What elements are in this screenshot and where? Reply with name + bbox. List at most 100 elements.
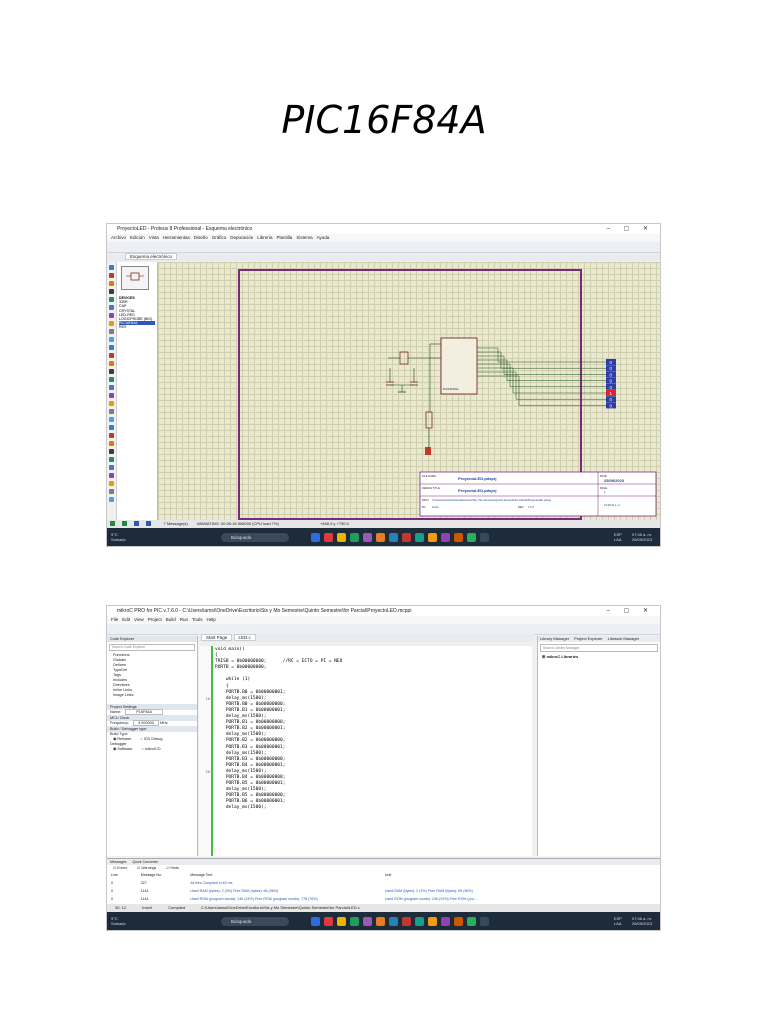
tool-icon[interactable] — [109, 297, 114, 302]
taskbar-search[interactable]: Búsqueda — [221, 532, 289, 542]
code-explorer-search[interactable]: Search Code Explorer — [109, 644, 195, 651]
library-root[interactable]: ⊞ mikroC Libraries — [538, 654, 660, 660]
tool-icon[interactable] — [109, 369, 114, 374]
menu-item[interactable]: View — [134, 617, 144, 622]
tab-schematic[interactable]: Esquema electrónico — [125, 253, 178, 260]
taskbar-app-icon[interactable] — [389, 916, 398, 926]
menu-item[interactable]: Tools — [192, 617, 203, 622]
taskbar-app-icon[interactable] — [467, 916, 476, 926]
menu-item[interactable]: Build — [166, 617, 176, 622]
code-explorer-header[interactable]: Code Explorer — [107, 636, 197, 642]
tool-icon[interactable] — [109, 281, 114, 286]
taskbar-app-icon[interactable] — [467, 532, 476, 542]
play-icon[interactable] — [110, 521, 115, 527]
pause-icon[interactable] — [134, 521, 140, 527]
table-row[interactable]: 0 1144 Used ROM (program words): 246 (24%)… — [110, 895, 530, 903]
tool-icon[interactable] — [109, 345, 114, 350]
taskbar-app-icon[interactable] — [441, 916, 450, 926]
taskbar-app-icon[interactable] — [480, 532, 489, 542]
window-controls[interactable]: – ▢ ✕ — [607, 606, 654, 616]
tab-start-page[interactable]: Start Page — [201, 634, 233, 641]
message-filter-checkbox[interactable]: ☑ Warnings — [137, 866, 156, 870]
tool-icon[interactable] — [109, 433, 114, 438]
taskbar-app-icon[interactable] — [350, 532, 359, 542]
tool-icon[interactable] — [109, 425, 114, 430]
table-row[interactable]: 0 327 All files Compiled in 63 ms — [110, 879, 530, 887]
menu-item[interactable]: Diseño — [194, 235, 208, 240]
taskbar-app-icon[interactable] — [454, 916, 463, 926]
taskbar-app-icon[interactable] — [402, 916, 411, 926]
taskbar-app-icon[interactable] — [311, 916, 320, 926]
taskbar-app-icon[interactable] — [324, 916, 333, 926]
stop-icon[interactable] — [146, 521, 152, 527]
menu-item[interactable]: File — [111, 617, 118, 622]
taskbar-app-icon[interactable] — [363, 916, 372, 926]
message-filter-checkbox[interactable]: ☑ Hints — [166, 866, 178, 870]
message-filter-checkbox[interactable]: ☑ Errors — [113, 866, 127, 870]
tool-icon[interactable] — [109, 289, 114, 294]
taskbar-app-icon[interactable] — [324, 532, 333, 542]
software-radio[interactable]: ◉ Software — [113, 747, 132, 751]
code-editor[interactable]: 10 20 void main(){TRISB = 0b00000000; //R… — [199, 646, 532, 856]
tool-icon[interactable] — [109, 393, 114, 398]
taskbar-app-icon[interactable] — [376, 532, 385, 542]
table-row[interactable]: 0 1144 Used RAM (bytes): 2 (3%) Free RAM (… — [110, 887, 530, 895]
status-messages[interactable]: 7 Message(s) — [164, 521, 188, 526]
tool-icon[interactable] — [109, 401, 114, 406]
tool-icon[interactable] — [109, 497, 114, 502]
taskbar-app-icon[interactable] — [428, 532, 437, 542]
tab-led-c[interactable]: LED.c — [233, 634, 256, 641]
tool-icon[interactable] — [109, 313, 114, 318]
tool-icon[interactable] — [109, 377, 114, 382]
taskbar-app-icon[interactable] — [363, 532, 372, 542]
library-search[interactable]: Search Library Manager — [540, 644, 658, 652]
weather-widget[interactable]: 9°C Soleado — [107, 916, 161, 926]
tool-icon[interactable] — [109, 385, 114, 390]
menu-item[interactable]: Vista — [149, 235, 159, 240]
tool-icon[interactable] — [109, 489, 114, 494]
tool-icon[interactable] — [109, 353, 114, 358]
menu-item[interactable]: Gráfico — [212, 235, 227, 240]
tool-icon[interactable] — [109, 329, 114, 334]
tool-icon[interactable] — [109, 273, 114, 278]
menu-item[interactable]: Edit — [122, 617, 130, 622]
tool-icon[interactable] — [109, 417, 114, 422]
tool-icon[interactable] — [109, 361, 114, 366]
taskbar-app-icon[interactable] — [415, 532, 424, 542]
messages-tab[interactable]: Quick Converter — [132, 860, 158, 864]
tool-icon[interactable] — [109, 441, 114, 446]
menu-item[interactable]: Sistema — [296, 235, 312, 240]
icd-debug-radio[interactable]: ○ ICD Debug — [140, 737, 162, 741]
tool-icon[interactable] — [109, 481, 114, 486]
menu-item[interactable]: Edición — [130, 235, 145, 240]
taskbar-app-icon[interactable] — [311, 532, 320, 542]
taskbar-app-icon[interactable] — [389, 532, 398, 542]
tool-icon[interactable] — [109, 465, 114, 470]
taskbar-app-icon[interactable] — [337, 532, 346, 542]
menu-item[interactable]: Librería — [257, 235, 272, 240]
mikroicd-radio[interactable]: ○ mikroICD — [141, 747, 160, 751]
window-controls[interactable]: – ▢ ✕ — [607, 224, 654, 234]
messages-tab[interactable]: Messages — [110, 860, 126, 864]
tool-icon[interactable] — [109, 305, 114, 310]
taskbar-app-icon[interactable] — [402, 532, 411, 542]
menu-item[interactable]: Run — [180, 617, 188, 622]
menu-item[interactable]: Depuración — [230, 235, 253, 240]
tool-icon[interactable] — [109, 449, 114, 454]
schematic-canvas[interactable]: PIC16F84A 00000100 FILE NAME: ProyectoLE… — [158, 262, 660, 520]
clock[interactable]: 07:46 a. m. 26/09/2023 — [632, 916, 652, 926]
weather-widget[interactable]: 9°C Soleado — [107, 532, 161, 542]
language-indicator[interactable]: ESP LAA — [614, 916, 622, 926]
taskbar-app-icon[interactable] — [441, 532, 450, 542]
taskbar-app-icon[interactable] — [480, 916, 489, 926]
tool-icon[interactable] — [109, 409, 114, 414]
tool-icon[interactable] — [109, 473, 114, 478]
right-panel-tab[interactable]: Libstock Manager — [608, 636, 640, 641]
taskbar-app-icon[interactable] — [337, 916, 346, 926]
taskbar-app-icon[interactable] — [428, 916, 437, 926]
right-panel-tab[interactable]: Project Explorer — [574, 636, 602, 641]
taskbar-app-icon[interactable] — [454, 532, 463, 542]
taskbar-search[interactable]: Búsqueda — [221, 916, 289, 926]
language-indicator[interactable]: ESP LAA — [614, 532, 622, 542]
taskbar-app-icon[interactable] — [415, 916, 424, 926]
